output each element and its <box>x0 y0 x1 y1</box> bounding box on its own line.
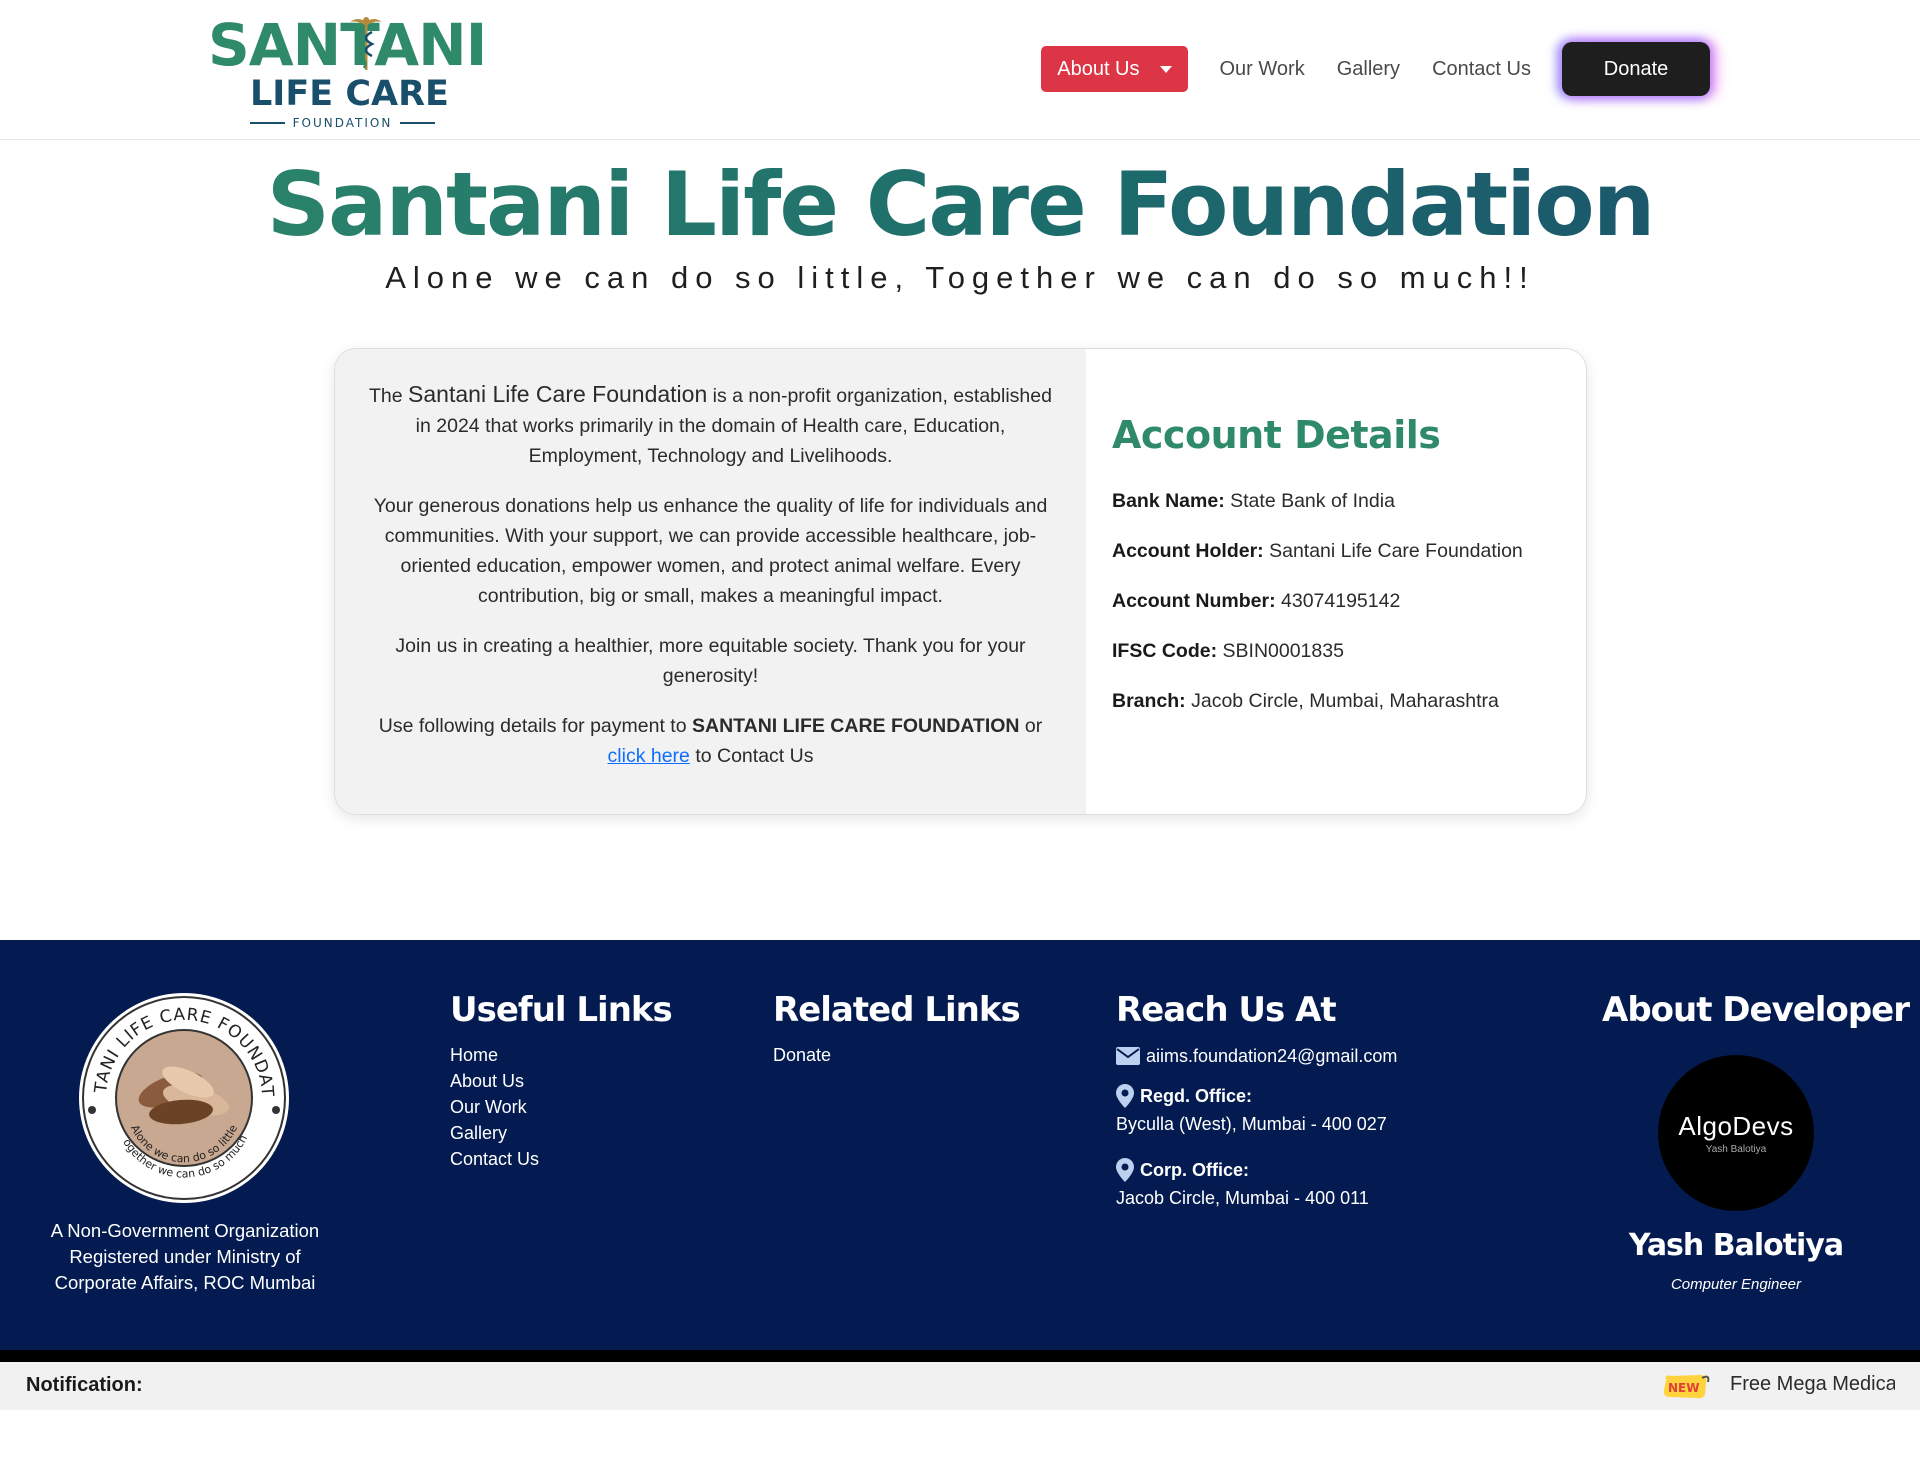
ngo-registration-text: A Non-Government Organization Registered… <box>50 1220 320 1293</box>
developer-logo-subtitle: Yash Balotiya <box>1705 1144 1767 1155</box>
donation-card: The Santani Life Care Foundation is a no… <box>334 348 1587 815</box>
nav-contact-us[interactable]: Contact Us <box>1432 58 1531 81</box>
footer-link-contact-us[interactable]: Contact Us <box>450 1146 672 1172</box>
main-nav: About Us Our Work Gallery Contact Us Don… <box>1041 42 1710 96</box>
bank-name-row: Bank Name: State Bank of India <box>1112 489 1586 513</box>
navbar: SANTANI LIFE CARE FOUNDATION About Us Ou… <box>0 0 1920 140</box>
nav-about-dropdown[interactable]: About Us <box>1041 46 1188 92</box>
caret-down-icon <box>1159 65 1172 73</box>
footer: SANTANI LIFE CARE FOUNDATION Alone we ca… <box>0 940 1920 1350</box>
corp-office-row: Corp. Office: <box>1116 1156 1397 1184</box>
footer-divider <box>0 1350 1920 1362</box>
related-links-heading: Related Links <box>773 990 1021 1030</box>
bank-name-label: Bank Name: <box>1112 490 1225 512</box>
about-developer-heading: About Developer <box>1602 990 1910 1030</box>
footer-link-our-work[interactable]: Our Work <box>450 1094 672 1120</box>
bank-name-value: State Bank of India <box>1224 490 1395 512</box>
intro-brand-name: Santani Life Care Foundation <box>408 381 708 407</box>
account-details-heading: Account Details <box>1112 413 1441 457</box>
footer-link-donate[interactable]: Donate <box>773 1042 1020 1068</box>
related-links-column: Related Links Donate <box>773 990 1021 1068</box>
regd-office-address: Byculla (West), Mumbai - 400 027 <box>1116 1114 1387 1134</box>
branch-row: Branch: Jacob Circle, Mumbai, Maharashtr… <box>1112 689 1586 713</box>
email-link[interactable]: aiims.foundation24@gmail.com <box>1146 1042 1397 1070</box>
corp-office-label: Corp. Office: <box>1140 1160 1250 1180</box>
account-holder-value: Santani Life Care Foundation <box>1263 540 1523 562</box>
intro-panel: The Santani Life Care Foundation is a no… <box>335 349 1086 814</box>
caduceus-icon <box>350 17 382 70</box>
new-badge-text: NEW <box>1668 1381 1699 1395</box>
ifsc-code-value: SBIN0001835 <box>1217 640 1344 662</box>
account-number-row: Account Number: 43074195142 <box>1112 589 1586 613</box>
footer-link-about-us[interactable]: About Us <box>450 1068 672 1094</box>
reach-us-column: Reach Us At aiims.foundation24@gmail.com… <box>1116 990 1397 1212</box>
corp-office-address: Jacob Circle, Mumbai - 400 011 <box>1116 1188 1369 1208</box>
footer-link-home[interactable]: Home <box>450 1042 672 1068</box>
developer-logo[interactable]: AlgoDevs Yash Balotiya <box>1658 1055 1814 1211</box>
account-number-value: 43074195142 <box>1275 590 1401 612</box>
intro-paragraph-1: The Santani Life Care Foundation is a no… <box>359 379 1062 471</box>
logo-foundation-text: FOUNDATION <box>292 116 393 130</box>
ifsc-code-label: IFSC Code: <box>1112 640 1218 662</box>
about-developer-column: About Developer <box>1602 990 1910 1042</box>
page-title: Santani Life Care Foundation <box>0 145 1920 265</box>
account-holder-row: Account Holder: Santani Life Care Founda… <box>1112 539 1586 563</box>
nav-about-label: About Us <box>1057 57 1140 80</box>
useful-links-column: Useful Links Home About Us Our Work Gall… <box>450 990 673 1172</box>
notification-label: Notification: <box>26 1374 143 1396</box>
logo-rule-left <box>250 122 285 124</box>
ifsc-code-row: IFSC Code: SBIN0001835 <box>1112 639 1586 663</box>
site-logo[interactable]: SANTANI LIFE CARE FOUNDATION <box>208 12 487 132</box>
developer-role: Computer Engineer <box>1670 1276 1802 1293</box>
branch-value: Jacob Circle, Mumbai, Maharashtra <box>1185 690 1499 712</box>
map-pin-icon <box>1116 1084 1134 1108</box>
notification-marquee-text[interactable]: Free Mega Medica <box>1730 1373 1895 1396</box>
contact-click-here-link[interactable]: click here <box>608 745 690 767</box>
map-pin-icon <box>1116 1158 1134 1182</box>
intro-p4-bold: SANTANI LIFE CARE FOUNDATION <box>691 715 1020 737</box>
intro-p4-pre: Use following details for payment to <box>378 715 692 737</box>
logo-foundation: FOUNDATION <box>250 116 435 130</box>
regd-office-label: Regd. Office: <box>1140 1086 1253 1106</box>
branch-label: Branch: <box>1112 690 1186 712</box>
reach-us-heading: Reach Us At <box>1116 990 1337 1030</box>
corp-office-block: Corp. Office: Jacob Circle, Mumbai - 400… <box>1116 1156 1397 1212</box>
developer-logo-title: AlgoDevs <box>1678 1111 1794 1141</box>
nav-gallery[interactable]: Gallery <box>1337 58 1400 81</box>
tagline: Alone we can do so little, Together we c… <box>385 260 1535 295</box>
intro-p4-post: to Contact Us <box>689 745 814 767</box>
intro-paragraph-2: Your generous donations help us enhance … <box>373 495 1048 607</box>
account-details-panel: Account Details Bank Name: State Bank of… <box>1086 349 1586 814</box>
nav-our-work[interactable]: Our Work <box>1220 58 1305 81</box>
envelope-icon <box>1116 1047 1140 1065</box>
notification-bar: Notification: NEW Free Mega Medica <box>0 1362 1920 1410</box>
account-number-label: Account Number: <box>1112 590 1276 612</box>
regd-office-block: Regd. Office: Byculla (West), Mumbai - 4… <box>1116 1082 1397 1138</box>
useful-links-heading: Useful Links <box>450 990 673 1030</box>
donate-button[interactable]: Donate <box>1562 42 1710 96</box>
account-holder-label: Account Holder: <box>1112 540 1264 562</box>
regd-office-row: Regd. Office: <box>1116 1082 1397 1110</box>
developer-name: Yash Balotiya <box>1628 1228 1844 1263</box>
intro-paragraph-4: Use following details for payment to SAN… <box>359 711 1062 771</box>
footer-link-gallery[interactable]: Gallery <box>450 1120 672 1146</box>
foundation-seal-logo: SANTANI LIFE CARE FOUNDATION Alone we ca… <box>76 990 289 1203</box>
new-badge-icon: NEW <box>1663 1375 1710 1399</box>
intro-p1-pre: The <box>369 385 409 407</box>
intro-p4-mid: or <box>1019 715 1043 737</box>
logo-rule-right <box>400 122 435 124</box>
logo-subtitle: LIFE CARE <box>250 74 449 114</box>
email-row: aiims.foundation24@gmail.com <box>1116 1042 1397 1070</box>
intro-paragraph-3: Join us in creating a healthier, more eq… <box>395 635 1026 687</box>
